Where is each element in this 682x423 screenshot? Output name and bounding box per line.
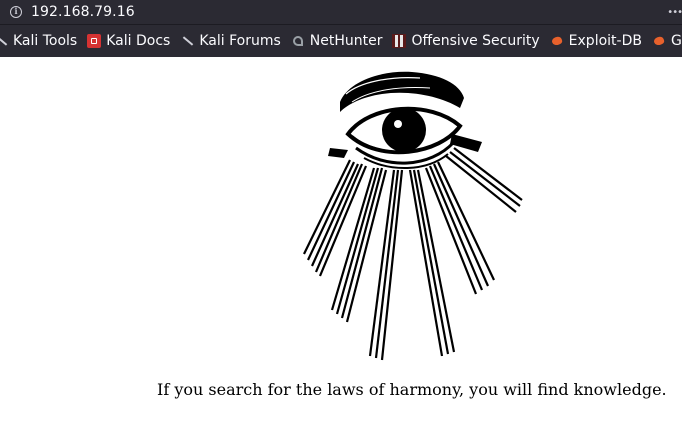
page-caption: If you search for the laws of harmony, y… xyxy=(157,380,667,399)
bookmark-kali-forums[interactable]: Kali Forums xyxy=(180,33,280,49)
bookmark-label: NetHunter xyxy=(309,33,383,49)
offsec-icon xyxy=(392,34,407,48)
info-icon[interactable]: i xyxy=(10,6,22,18)
bookmark-kali-tools[interactable]: Kali Tools xyxy=(0,33,77,49)
kali-dragon-icon xyxy=(0,34,8,48)
address-bar[interactable]: i 192.168.79.16 ••• xyxy=(0,0,682,24)
all-seeing-eye-image xyxy=(303,71,523,361)
exploit-db-icon xyxy=(652,34,666,48)
kali-docs-icon xyxy=(87,34,102,48)
bookmarks-toolbar: Kali Tools Kali Docs Kali Forums NetHunt… xyxy=(0,24,682,57)
bookmark-g[interactable]: G xyxy=(652,33,682,49)
url-text[interactable]: 192.168.79.16 xyxy=(31,4,135,20)
bookmark-label: Offensive Security xyxy=(411,33,540,49)
bookmark-kali-docs[interactable]: Kali Docs xyxy=(87,33,170,49)
bookmark-label: Kali Forums xyxy=(199,33,281,49)
overflow-menu-icon[interactable]: ••• xyxy=(667,7,682,18)
bookmark-label: Kali Docs xyxy=(106,33,171,49)
exploit-db-icon xyxy=(550,34,564,48)
bookmark-offensive-security[interactable]: Offensive Security xyxy=(392,33,540,49)
bookmark-label: Exploit-DB xyxy=(568,33,642,49)
nethunter-icon xyxy=(291,34,305,48)
page-content: If you search for the laws of harmony, y… xyxy=(0,57,682,423)
bookmark-nethunter[interactable]: NetHunter xyxy=(291,33,383,49)
bookmark-label: G xyxy=(670,33,682,49)
kali-dragon-icon xyxy=(180,34,194,48)
bookmark-exploit-db[interactable]: Exploit-DB xyxy=(550,33,642,49)
bookmark-label: Kali Tools xyxy=(13,33,78,49)
